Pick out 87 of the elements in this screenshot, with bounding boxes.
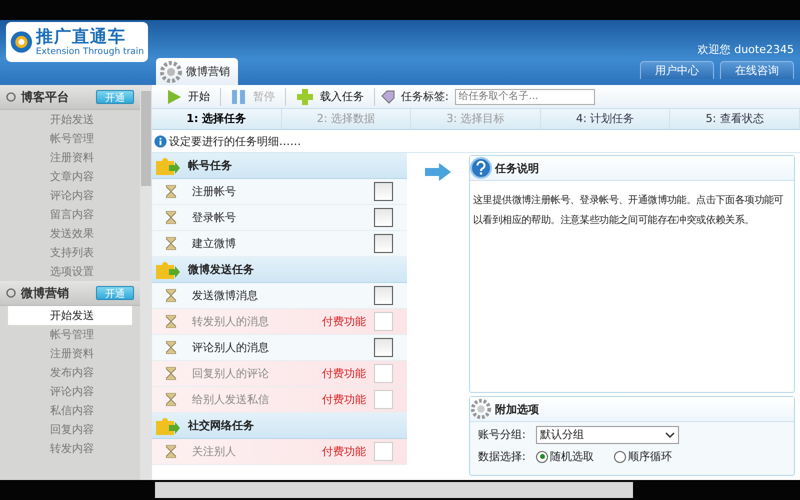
sidebar-item[interactable]: 留言内容 xyxy=(8,205,132,224)
sidebar-item[interactable]: 评论内容 xyxy=(8,382,132,401)
task-checkbox[interactable] xyxy=(374,234,393,253)
tag-label: 任务标签: xyxy=(401,89,449,104)
hourglass-icon xyxy=(166,237,176,250)
radio-option[interactable]: 顺序循环 xyxy=(614,449,672,464)
task-label: 建立微博 xyxy=(192,236,237,251)
main-tab[interactable]: 微博营销 xyxy=(156,58,238,85)
paid-feature-label: 付费功能 xyxy=(322,314,366,329)
hourglass-icon xyxy=(166,445,176,458)
radio-button[interactable] xyxy=(536,450,548,462)
sidebar-item[interactable]: 文章内容 xyxy=(8,167,132,186)
account-group-label: 账号分组: xyxy=(478,427,527,442)
logo-title: 推广直通车 xyxy=(36,26,127,46)
hourglass-icon xyxy=(166,315,176,328)
sidebar-item[interactable]: 发送效果 xyxy=(8,224,132,243)
toolbar-button[interactable]: 载入任务 xyxy=(292,88,375,106)
task-checkbox[interactable] xyxy=(374,182,393,201)
sidebar-item[interactable]: 帐号管理 xyxy=(8,325,132,344)
task-label: 发送微博消息 xyxy=(192,288,259,303)
welcome-text: 欢迎您 duote2345 xyxy=(698,42,794,57)
play-icon xyxy=(166,88,182,104)
sidebar-item[interactable]: 开始发送 xyxy=(8,306,132,325)
task-checkbox[interactable] xyxy=(374,338,393,357)
step-tab[interactable]: 4: 计划任务 xyxy=(540,109,670,129)
task-tag-field[interactable]: 给任务取个名子... xyxy=(454,88,595,104)
task-label: 回复别人的评论 xyxy=(192,366,270,381)
task-label: 给别人发送私信 xyxy=(192,392,270,407)
header-button[interactable]: 用户中心 xyxy=(640,61,714,79)
toolbar-button[interactable]: 开始 xyxy=(162,88,221,106)
sidebar-item[interactable]: 发布内容 xyxy=(8,363,132,382)
caret-icon xyxy=(665,430,675,438)
sidebar-item[interactable]: 注册资料 xyxy=(8,344,132,363)
header-button[interactable]: 在线咨询 xyxy=(720,61,794,79)
open-button[interactable]: 开通 xyxy=(96,90,134,104)
panel-title: 附加选项 xyxy=(495,402,539,416)
hourglass-icon xyxy=(166,341,176,354)
task-checkbox[interactable] xyxy=(374,286,393,305)
paid-feature-label: 付费功能 xyxy=(322,392,366,407)
sidebar-item[interactable]: 选项设置 xyxy=(8,262,132,281)
sidebar-item[interactable]: 转发内容 xyxy=(8,439,132,458)
data-select-label: 数据选择: xyxy=(478,449,527,464)
sidebar-item[interactable]: 注册资料 xyxy=(8,148,132,167)
pause-icon xyxy=(231,88,247,104)
sidebar-item[interactable]: 私信内容 xyxy=(8,401,132,420)
scrollbar-thumb[interactable] xyxy=(141,91,151,186)
hourglass-icon xyxy=(166,211,176,224)
hourglass-icon xyxy=(166,367,176,380)
step-tab[interactable]: 1: 选择任务 xyxy=(152,109,282,129)
hourglass-icon xyxy=(166,393,176,406)
task-label: 关注别人 xyxy=(192,444,237,459)
radio-button[interactable] xyxy=(614,450,626,462)
hourglass-icon xyxy=(166,185,176,198)
circle-icon xyxy=(6,288,16,298)
hourglass-icon xyxy=(166,289,176,302)
task-group-header: 微博发送任务 xyxy=(152,257,407,283)
hint-text: 设定要进行的任务明细…… xyxy=(169,134,301,148)
sidebar-group-title: 博客平台 xyxy=(21,88,69,106)
task-label: 注册帐号 xyxy=(192,184,237,199)
paid-feature-label: 付费功能 xyxy=(322,366,366,381)
task-checkbox[interactable] xyxy=(374,208,393,227)
plus-icon xyxy=(296,88,314,106)
sidebar-item[interactable]: 评论内容 xyxy=(8,186,132,205)
task-label: 转发别人的消息 xyxy=(192,314,270,329)
sidebar-item[interactable]: 帐号管理 xyxy=(8,129,132,148)
sidebar-item[interactable]: 支持列表 xyxy=(8,243,132,262)
description-text: 这里提供微博注册帐号、登录帐号、开通微博功能。点击下面各项功能可以看到相应的帮助。注意某些功能之间可能存在冲突或依赖关系。 xyxy=(473,194,784,228)
sidebar-item[interactable]: 回复内容 xyxy=(8,420,132,439)
gear-icon xyxy=(159,60,183,84)
tag-icon xyxy=(381,90,395,104)
paid-feature-label: 付费功能 xyxy=(322,444,366,459)
account-group-dropdown[interactable]: 默认分组 xyxy=(536,426,679,444)
panel-title: 任务说明 xyxy=(495,160,539,176)
radio-option[interactable]: 随机选取 xyxy=(536,449,594,464)
task-label: 评论别人的消息 xyxy=(192,340,270,355)
task-group-header: 社交网络任务 xyxy=(152,413,407,439)
circle-icon xyxy=(6,92,16,102)
logo-subtitle: Extension Through train xyxy=(36,46,144,58)
step-tab[interactable]: 5: 查看状态 xyxy=(670,109,800,129)
task-label: 登录帐号 xyxy=(192,210,237,225)
info-icon xyxy=(154,134,167,148)
sidebar-item[interactable]: 开始发送 xyxy=(8,110,132,129)
sidebar-group-title: 微博营销 xyxy=(21,284,69,302)
task-group-header: 帐号任务 xyxy=(152,153,407,179)
right-arrow-icon xyxy=(425,163,451,181)
gear-icon xyxy=(470,398,492,420)
open-button[interactable]: 开通 xyxy=(96,286,134,300)
